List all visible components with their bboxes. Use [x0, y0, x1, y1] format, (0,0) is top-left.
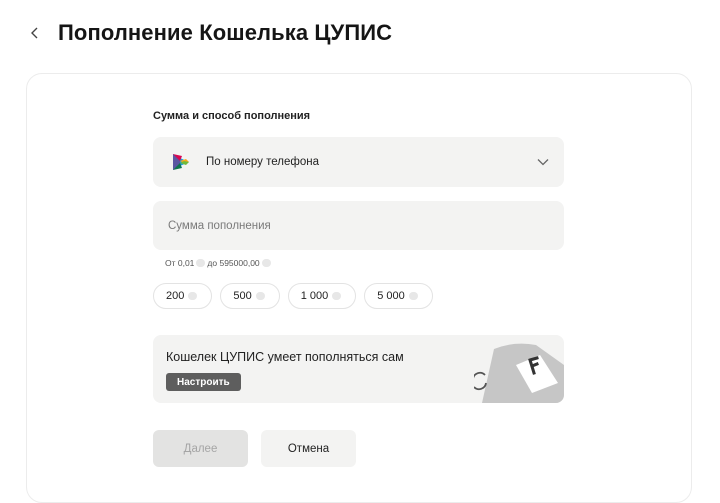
currency-icon	[188, 292, 198, 300]
preset-value: 200	[166, 290, 185, 302]
preset-value: 500	[233, 290, 252, 302]
promo-text: Кошелек ЦУПИС умеет пополняться сам	[166, 350, 404, 364]
preset-amounts: 200 500 1 000 5 000	[153, 283, 433, 309]
cancel-button[interactable]: Отмена	[261, 430, 356, 467]
currency-icon	[261, 259, 271, 267]
payment-method-value: По номеру телефона	[206, 156, 319, 168]
amount-range-hint: От 0,01 до 595000,00	[165, 258, 273, 268]
preset-chip-5000[interactable]: 5 000	[364, 283, 433, 309]
amount-field[interactable]	[153, 201, 564, 250]
range-from: От 0,01	[165, 258, 195, 268]
currency-icon	[255, 292, 265, 300]
form-actions: Далее Отмена	[153, 430, 356, 467]
currency-icon	[196, 259, 206, 267]
back-chevron-icon[interactable]	[28, 26, 42, 40]
wallet-illustration-icon	[474, 343, 564, 403]
page-header: Пополнение Кошелька ЦУПИС	[28, 20, 392, 46]
page-title: Пополнение Кошелька ЦУПИС	[58, 20, 393, 45]
currency-icon	[408, 292, 418, 300]
amount-input[interactable]	[166, 218, 564, 233]
autotopup-promo: Кошелек ЦУПИС умеет пополняться сам Наст…	[153, 335, 564, 403]
next-button[interactable]: Далее	[153, 430, 248, 467]
currency-icon	[332, 292, 342, 300]
preset-value: 5 000	[377, 290, 405, 302]
range-to: до 595000,00	[207, 258, 260, 268]
preset-chip-1000[interactable]: 1 000	[287, 283, 357, 309]
setup-button[interactable]: Настроить	[166, 373, 241, 391]
payment-method-select[interactable]: По номеру телефона	[153, 137, 564, 187]
preset-value: 1 000	[300, 290, 329, 302]
preset-chip-500[interactable]: 500	[220, 283, 280, 309]
sbp-logo-icon	[173, 154, 189, 170]
chevron-down-icon	[537, 159, 549, 166]
preset-chip-200[interactable]: 200	[153, 283, 213, 309]
section-label: Сумма и способ пополнения	[153, 110, 311, 122]
refresh-icon	[474, 371, 487, 391]
